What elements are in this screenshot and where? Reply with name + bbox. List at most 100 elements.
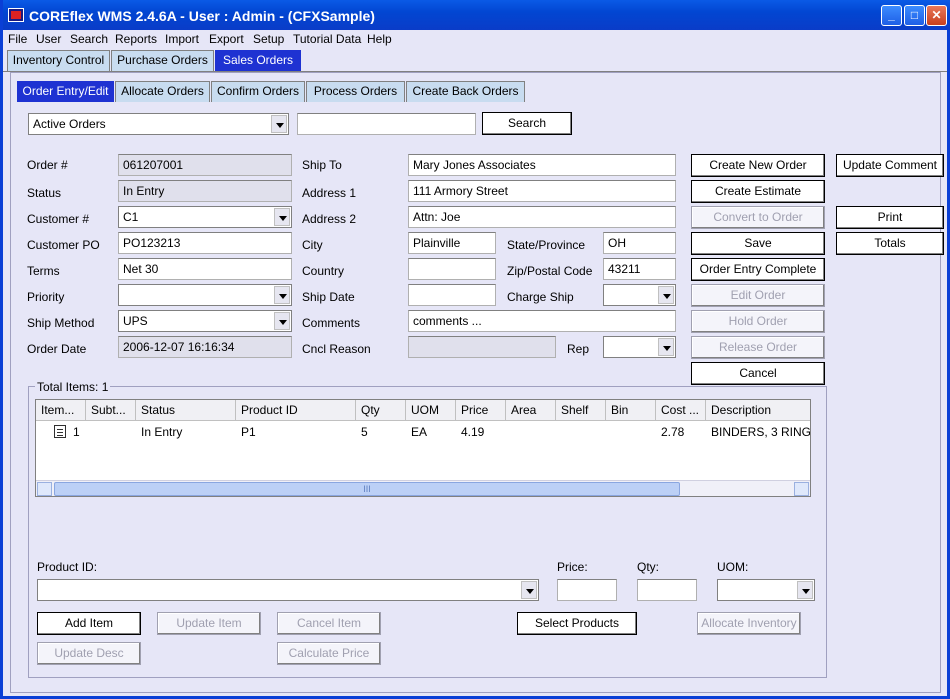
tab-create-back-orders[interactable]: Create Back Orders — [406, 81, 525, 102]
table-cell-subtotal[interactable] — [86, 422, 136, 442]
column-header-bin[interactable]: Bin — [606, 400, 656, 421]
search-input[interactable] — [297, 113, 476, 135]
scroll-left-icon[interactable] — [37, 482, 52, 496]
state-field[interactable]: OH — [603, 232, 676, 254]
chevron-down-icon[interactable] — [274, 286, 290, 304]
chevron-down-icon[interactable] — [271, 115, 287, 133]
maximize-button[interactable]: □ — [904, 5, 925, 26]
rep-select[interactable] — [603, 336, 676, 358]
tab-process-orders[interactable]: Process Orders — [306, 81, 405, 102]
customer-po-field[interactable]: PO123213 — [118, 232, 292, 254]
release-order-button[interactable]: Release Order — [691, 336, 825, 359]
cancel-button[interactable]: Cancel — [691, 362, 825, 385]
menu-export[interactable]: Export — [209, 32, 244, 46]
select-products-button[interactable]: Select Products — [517, 612, 637, 635]
close-button[interactable]: ✕ — [926, 5, 947, 26]
column-header-product-id[interactable]: Product ID — [236, 400, 356, 421]
convert-to-order-button[interactable]: Convert to Order — [691, 206, 825, 229]
column-header-subtotal[interactable]: Subt... — [86, 400, 136, 421]
calculate-price-button[interactable]: Calculate Price — [277, 642, 381, 665]
table-cell-description[interactable]: BINDERS, 3 RING — [706, 422, 810, 442]
address2-field[interactable]: Attn: Joe — [408, 206, 676, 228]
chevron-down-icon[interactable] — [274, 312, 290, 330]
menu-help[interactable]: Help — [367, 32, 392, 46]
address1-field[interactable]: 111 Armory Street — [408, 180, 676, 202]
ship-method-select[interactable]: UPS — [118, 310, 292, 332]
column-header-description[interactable]: Description — [706, 400, 810, 421]
order-entry-complete-button[interactable]: Order Entry Complete — [691, 258, 825, 281]
chevron-down-icon[interactable] — [521, 581, 537, 599]
scroll-thumb[interactable]: III — [54, 482, 680, 496]
table-cell-status[interactable]: In Entry — [136, 422, 236, 442]
uom-select[interactable] — [717, 579, 815, 601]
country-field[interactable] — [408, 258, 496, 280]
update-desc-button[interactable]: Update Desc — [37, 642, 141, 665]
tab-allocate-orders[interactable]: Allocate Orders — [115, 81, 210, 102]
save-button[interactable]: Save — [691, 232, 825, 255]
price-field[interactable] — [557, 579, 617, 601]
chevron-down-icon[interactable] — [274, 208, 290, 226]
update-comment-button[interactable]: Update Comment — [836, 154, 944, 177]
table-cell-item[interactable]: 1 — [68, 422, 86, 442]
chevron-down-icon[interactable] — [658, 338, 674, 356]
edit-order-button[interactable]: Edit Order — [691, 284, 825, 307]
menu-user[interactable]: User — [36, 32, 61, 46]
create-new-order-button[interactable]: Create New Order — [691, 154, 825, 177]
menu-file[interactable]: File — [8, 32, 27, 46]
charge-ship-select[interactable] — [603, 284, 676, 306]
add-item-button[interactable]: Add Item — [37, 612, 141, 635]
table-cell-price[interactable]: 4.19 — [456, 422, 506, 442]
column-header-status[interactable]: Status — [136, 400, 236, 421]
chevron-down-icon[interactable] — [658, 286, 674, 304]
table-cell-cost[interactable]: 2.78 — [656, 422, 706, 442]
menu-import[interactable]: Import — [165, 32, 199, 46]
table-cell-qty[interactable]: 5 — [356, 422, 406, 442]
update-item-button[interactable]: Update Item — [157, 612, 261, 635]
city-field[interactable]: Plainville — [408, 232, 496, 254]
chevron-down-icon[interactable] — [797, 581, 813, 599]
tab-purchase-orders[interactable]: Purchase Orders — [111, 50, 214, 71]
scroll-right-icon[interactable] — [794, 482, 809, 496]
ship-date-field[interactable] — [408, 284, 496, 306]
tab-confirm-orders[interactable]: Confirm Orders — [211, 81, 305, 102]
items-table[interactable]: Item... Subt... Status Product ID Qty UO… — [35, 399, 811, 497]
minimize-button[interactable]: _ — [881, 5, 902, 26]
column-header-qty[interactable]: Qty — [356, 400, 406, 421]
table-cell-shelf[interactable] — [556, 422, 606, 442]
priority-select[interactable] — [118, 284, 292, 306]
ship-to-field[interactable]: Mary Jones Associates — [408, 154, 676, 176]
table-cell-product-id[interactable]: P1 — [236, 422, 356, 442]
column-header-price[interactable]: Price — [456, 400, 506, 421]
menu-search[interactable]: Search — [70, 32, 108, 46]
comments-field[interactable]: comments ... — [408, 310, 676, 332]
cancel-item-button[interactable]: Cancel Item — [277, 612, 381, 635]
column-header-cost[interactable]: Cost ... — [656, 400, 706, 421]
table-cell-uom[interactable]: EA — [406, 422, 456, 442]
table-cell-bin[interactable] — [606, 422, 656, 442]
terms-field[interactable]: Net 30 — [118, 258, 292, 280]
create-estimate-button[interactable]: Create Estimate — [691, 180, 825, 203]
tab-order-entry-edit[interactable]: Order Entry/Edit — [17, 81, 114, 102]
hold-order-button[interactable]: Hold Order — [691, 310, 825, 333]
print-button[interactable]: Print — [836, 206, 944, 229]
column-header-area[interactable]: Area — [506, 400, 556, 421]
tab-inventory-control[interactable]: Inventory Control — [7, 50, 110, 71]
menu-reports[interactable]: Reports — [115, 32, 157, 46]
table-cell-area[interactable] — [506, 422, 556, 442]
zip-field[interactable]: 43211 — [603, 258, 676, 280]
allocate-inventory-button[interactable]: Allocate Inventory — [697, 612, 801, 635]
customer-select[interactable]: C1 — [118, 206, 292, 228]
menu-tutorial-data[interactable]: Tutorial Data — [293, 32, 361, 46]
column-header-uom[interactable]: UOM — [406, 400, 456, 421]
qty-field[interactable] — [637, 579, 697, 601]
title-bar[interactable]: COREflex WMS 2.4.6A - User : Admin - (CF… — [3, 0, 950, 30]
tab-sales-orders[interactable]: Sales Orders — [215, 50, 301, 71]
column-header-shelf[interactable]: Shelf — [556, 400, 606, 421]
order-filter-select[interactable]: Active Orders — [28, 113, 289, 135]
menu-setup[interactable]: Setup — [253, 32, 284, 46]
product-id-select[interactable] — [37, 579, 539, 601]
search-button[interactable]: Search — [482, 112, 572, 135]
horizontal-scrollbar[interactable]: III — [36, 480, 810, 496]
totals-button[interactable]: Totals — [836, 232, 944, 255]
column-header-item[interactable]: Item... — [36, 400, 86, 421]
